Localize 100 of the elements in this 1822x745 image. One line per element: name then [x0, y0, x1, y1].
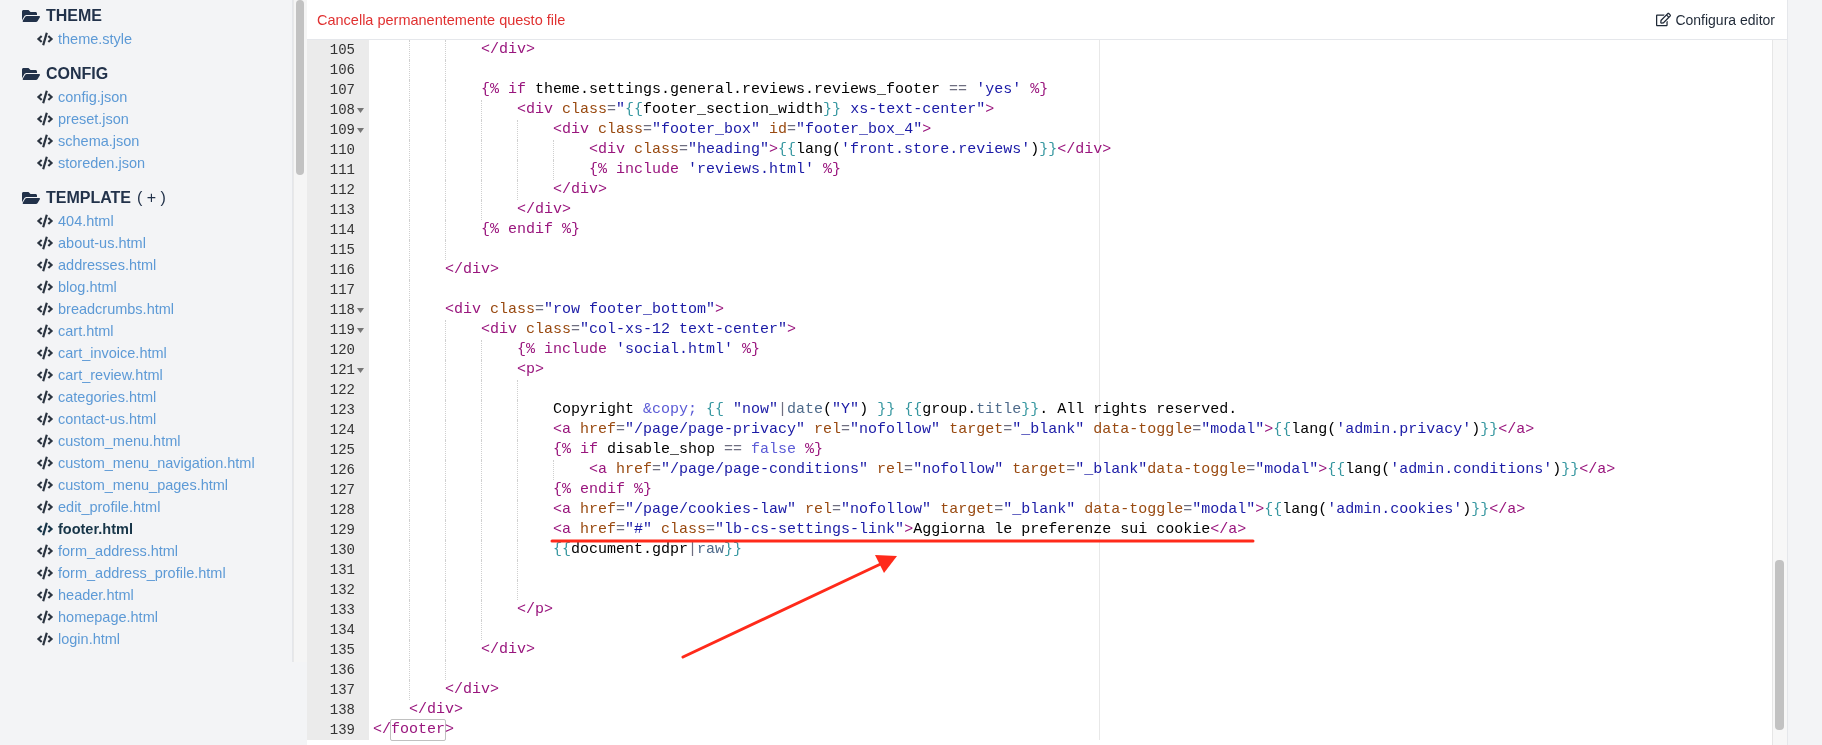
folder-icon — [22, 7, 40, 25]
file-item[interactable]: cart.html — [22, 320, 292, 342]
file-name: edit_profile.html — [58, 499, 161, 515]
file-item[interactable]: cart_review.html — [22, 364, 292, 386]
file-item[interactable]: custom_menu_navigation.html — [22, 452, 292, 474]
file-item[interactable]: preset.json — [22, 108, 292, 130]
code-icon — [37, 301, 53, 317]
file-item[interactable]: form_address.html — [22, 540, 292, 562]
line-number: 127 — [329, 482, 355, 498]
line-number: 116 — [329, 262, 355, 278]
folder-icon — [22, 65, 40, 83]
code-icon — [37, 543, 53, 559]
line-number: 112 — [329, 182, 355, 198]
line-number: 107 — [329, 82, 355, 98]
line-number: 128 — [329, 502, 355, 518]
line-number: 105 — [329, 42, 355, 58]
code-icon — [37, 323, 53, 339]
code-icon — [37, 631, 53, 647]
code-icon — [37, 499, 53, 515]
file-item[interactable]: addresses.html — [22, 254, 292, 276]
file-name: custom_menu_pages.html — [58, 477, 229, 493]
file-item[interactable]: homepage.html — [22, 606, 292, 628]
file-name: footer.html — [58, 521, 133, 537]
code-icon — [37, 433, 53, 449]
file-item[interactable]: footer.html — [22, 518, 292, 540]
line-number: 110 — [329, 142, 355, 158]
file-name: preset.json — [58, 111, 129, 127]
file-item[interactable]: header.html — [22, 584, 292, 606]
code-line: </div> — [408, 700, 463, 720]
line-number: 139 — [329, 722, 355, 738]
line-number: 133 — [329, 602, 355, 618]
fold-caret-icon[interactable] — [356, 367, 364, 373]
code-icon — [37, 345, 53, 361]
file-item[interactable]: theme.style — [22, 28, 292, 50]
file-name: cart_review.html — [58, 367, 163, 383]
file-item[interactable]: config.json — [22, 86, 292, 108]
file-item[interactable]: edit_profile.html — [22, 496, 292, 518]
file-item[interactable]: blog.html — [22, 276, 292, 298]
line-number: 138 — [329, 702, 355, 718]
file-name: config.json — [58, 89, 128, 105]
line-number: 117 — [329, 282, 355, 298]
file-name: custom_menu.html — [58, 433, 181, 449]
file-item[interactable]: cart_invoice.html — [22, 342, 292, 364]
file-name: cart.html — [58, 323, 114, 339]
file-name: homepage.html — [58, 609, 158, 625]
code-icon — [37, 155, 53, 171]
file-item[interactable]: custom_menu.html — [22, 430, 292, 452]
file-name: blog.html — [58, 279, 117, 295]
file-item[interactable]: about-us.html — [22, 232, 292, 254]
line-number: 129 — [329, 522, 355, 538]
line-number: 124 — [329, 422, 355, 438]
file-name: form_address_profile.html — [58, 565, 226, 581]
code-icon — [37, 477, 53, 493]
code-icon — [37, 279, 53, 295]
code-line: </footer> — [373, 720, 455, 740]
code-icon — [37, 455, 53, 471]
line-number: 130 — [329, 542, 355, 558]
scrollbar-thumb[interactable] — [1775, 560, 1784, 730]
file-item[interactable]: login.html — [22, 628, 292, 650]
file-name: storeden.json — [58, 155, 146, 171]
code-icon — [37, 389, 53, 405]
fold-caret-icon[interactable] — [356, 327, 364, 333]
line-number: 108 — [329, 102, 355, 118]
code-icon — [37, 521, 53, 537]
line-number: 135 — [329, 642, 355, 658]
file-item[interactable]: custom_menu_pages.html — [22, 474, 292, 496]
file-name: cart_invoice.html — [58, 345, 167, 361]
line-number: 119 — [329, 322, 355, 338]
file-item[interactable]: contact-us.html — [22, 408, 292, 430]
file-item[interactable]: 404.html — [22, 210, 292, 232]
file-item[interactable]: storeden.json — [22, 152, 292, 174]
add-template-button[interactable]: ( + ) — [137, 189, 166, 207]
file-name: contact-us.html — [58, 411, 157, 427]
code-icon — [37, 367, 53, 383]
fold-caret-icon[interactable] — [356, 127, 364, 133]
code-icon — [37, 609, 53, 625]
line-number: 120 — [329, 342, 355, 358]
code-icon — [37, 565, 53, 581]
scrollbar-thumb[interactable] — [296, 0, 304, 175]
code-icon — [37, 411, 53, 427]
configure-editor-button[interactable]: Configura editor — [1656, 11, 1775, 28]
sidebar-scrollbar[interactable] — [293, 0, 307, 662]
file-item[interactable]: categories.html — [22, 386, 292, 408]
fold-caret-icon[interactable] — [356, 107, 364, 113]
line-number: 137 — [329, 682, 355, 698]
file-name: categories.html — [58, 389, 157, 405]
file-name: schema.json — [58, 133, 140, 149]
delete-file-link[interactable]: Cancella permanentemente questo file — [317, 11, 566, 28]
code-icon — [37, 111, 53, 127]
code-icon — [37, 213, 53, 229]
line-number: 134 — [329, 622, 355, 638]
file-item[interactable]: breadcrumbs.html — [22, 298, 292, 320]
file-item[interactable]: schema.json — [22, 130, 292, 152]
fold-caret-icon[interactable] — [356, 307, 364, 313]
file-item[interactable]: form_address_profile.html — [22, 562, 292, 584]
line-number: 131 — [329, 562, 355, 578]
line-number: 111 — [329, 162, 355, 178]
file-name: breadcrumbs.html — [58, 301, 175, 317]
file-name: 404.html — [58, 213, 114, 229]
editor-scrollbar[interactable] — [1772, 40, 1787, 745]
